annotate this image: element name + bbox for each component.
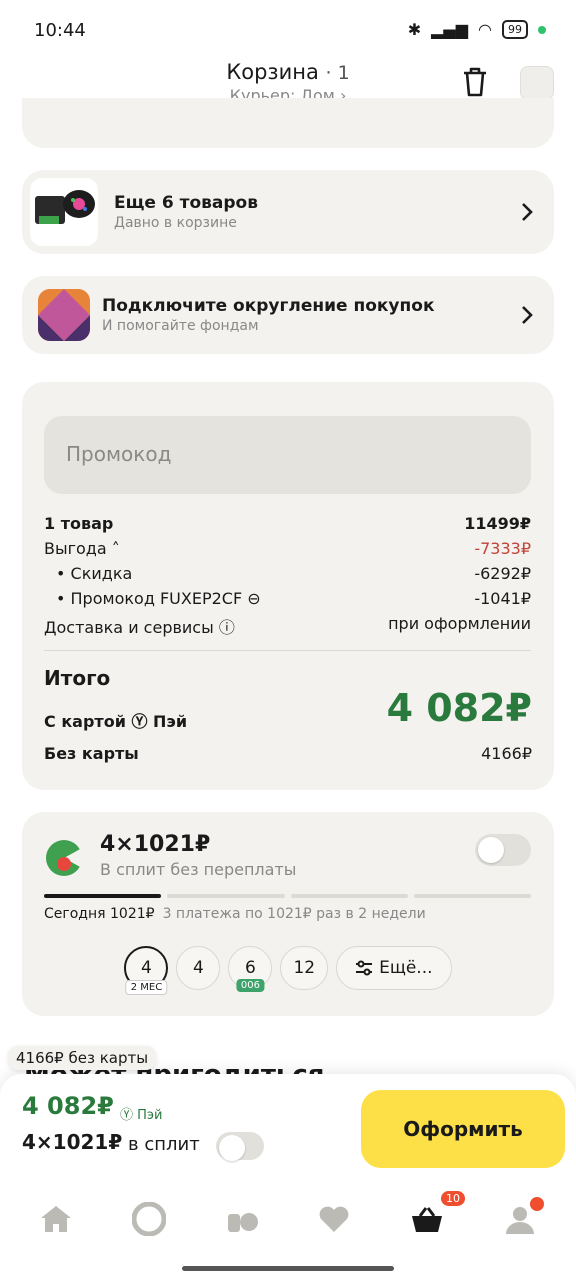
discount-label: • Скидка xyxy=(56,564,133,583)
term-chip-6[interactable]: 6 006 xyxy=(228,946,273,992)
no-card-label: Без карты xyxy=(44,744,139,763)
order-summary-card: Промокод 1 товар 11499₽ Выгода ˄ -7333₽ … xyxy=(22,382,554,790)
chip-tag: 2 МЕС xyxy=(125,980,168,995)
status-time: 10:44 xyxy=(34,20,86,41)
tab-favorites[interactable] xyxy=(312,1197,356,1241)
promo-placeholder: Промокод xyxy=(66,442,172,466)
home-icon xyxy=(41,1206,72,1232)
privacy-dot-icon xyxy=(538,25,546,34)
term-chip-4[interactable]: 4 xyxy=(176,946,221,990)
bottom-total: 4 082₽ xyxy=(22,1092,114,1120)
tab-cart[interactable]: 10 xyxy=(405,1191,465,1241)
tab-bar: 10 xyxy=(0,1184,576,1254)
benefit-label: Выгода ˄ xyxy=(44,539,120,558)
split-card: 4×1021₽ В сплит без переплаты Сегодня 10… xyxy=(22,812,554,1016)
checkout-button[interactable]: Оформить xyxy=(361,1090,565,1168)
checkout-bar: 4 082₽ Ⓨ Пэй 4×1021₽ в сплит Оформить xyxy=(0,1074,576,1184)
delivery-value: при оформлении xyxy=(388,614,531,633)
split-today: Сегодня 1021₽ xyxy=(44,906,155,922)
more-terms-button[interactable]: Ещё... xyxy=(336,946,452,990)
filter-icon xyxy=(356,960,373,976)
term-chip-12[interactable]: 12 xyxy=(280,946,329,990)
more-items-card[interactable]: Еще 6 товаров Давно в корзине xyxy=(22,170,554,254)
bluetooth-icon: ✱ xyxy=(407,20,422,39)
progress-segment xyxy=(290,894,408,898)
split-term-chips: 4 2 МЕС 4 6 006 12 Ещё... xyxy=(22,946,554,995)
promo-label: • Промокод FUXEP2CF ⊖ xyxy=(56,589,261,608)
alice-icon xyxy=(131,1202,166,1236)
discount-value: -6292₽ xyxy=(474,564,531,583)
signal-icon: ▂▄▆ xyxy=(431,20,469,39)
split-toggle[interactable] xyxy=(475,834,531,866)
chip-label: 4 xyxy=(141,958,152,978)
delivery-row[interactable]: Доставка и сервисы ⓘ при оформлении xyxy=(44,614,531,638)
bottom-split-label: в сплит xyxy=(128,1134,200,1155)
more-items-subtitle: Давно в корзине xyxy=(114,215,237,231)
split-subtitle: В сплит без переплаты xyxy=(100,860,297,879)
cart-icon xyxy=(411,1207,442,1232)
rounding-card[interactable]: Подключите округление покупок И помогайт… xyxy=(22,276,554,354)
rounding-title: Подключите округление покупок xyxy=(102,296,435,316)
progress-segment xyxy=(44,894,162,898)
bottom-split-amount: 4×1021₽ xyxy=(22,1130,123,1154)
chip-label: 12 xyxy=(293,958,316,978)
select-all-checkbox[interactable] xyxy=(520,66,554,100)
status-icons: ✱ ▂▄▆ ◠ 99 xyxy=(408,20,546,39)
split-progress xyxy=(44,894,531,898)
progress-segment xyxy=(413,894,531,898)
with-card-label: С картой Ⓨ Пэй xyxy=(44,712,188,731)
total-title: Итого xyxy=(44,666,111,690)
catalog-icon xyxy=(227,1213,258,1232)
no-card-value: 4166₽ xyxy=(481,744,532,763)
term-chip-4-months[interactable]: 4 2 МЕС xyxy=(124,946,169,995)
notification-dot xyxy=(529,1197,544,1211)
items-row: 1 товар 11499₽ xyxy=(44,514,531,533)
chip-label: 6 xyxy=(245,958,256,978)
items-value: 11499₽ xyxy=(464,514,531,533)
chip-tag: 006 xyxy=(236,979,264,992)
more-items-title: Еще 6 товаров xyxy=(114,193,258,213)
promo-code-input[interactable]: Промокод xyxy=(44,416,531,494)
charity-logo xyxy=(38,289,90,341)
cart-count: · 1 xyxy=(325,62,350,84)
tab-profile[interactable] xyxy=(498,1197,544,1241)
cart-content: Еще 6 товаров Давно в корзине Подключите… xyxy=(0,98,576,1090)
delivery-label: Доставка и сервисы ⓘ xyxy=(44,618,235,637)
items-label: 1 товар xyxy=(44,514,114,533)
wifi-icon: ◠ xyxy=(478,20,492,39)
chevron-right-icon xyxy=(522,306,533,324)
bottom-pay-label: Ⓨ Пэй xyxy=(120,1108,163,1123)
tab-alice[interactable] xyxy=(127,1197,171,1241)
cart-badge: 10 xyxy=(440,1191,465,1206)
home-indicator xyxy=(182,1266,394,1271)
rounding-subtitle: И помогайте фондам xyxy=(102,318,259,334)
bottom-split-toggle[interactable] xyxy=(216,1132,264,1161)
trash-icon[interactable] xyxy=(460,66,490,98)
chevron-right-icon xyxy=(522,203,533,221)
chip-label: 4 xyxy=(193,958,204,978)
progress-segment xyxy=(167,894,285,898)
chip-label: Ещё... xyxy=(379,958,433,978)
divider xyxy=(44,650,531,651)
promo-row[interactable]: • Промокод FUXEP2CF ⊖ -1041₽ xyxy=(44,589,531,608)
split-logo-icon xyxy=(46,840,84,876)
total-with-card: 4 082₽ xyxy=(386,686,532,730)
previous-card-fragment xyxy=(22,98,554,148)
tab-catalog[interactable] xyxy=(220,1197,264,1241)
split-title: 4×1021₽ xyxy=(100,832,211,857)
benefit-value: -7333₽ xyxy=(474,539,531,558)
benefit-row[interactable]: Выгода ˄ -7333₽ xyxy=(44,539,531,558)
promo-value: -1041₽ xyxy=(474,589,531,608)
status-bar: 10:44 ✱ ▂▄▆ ◠ 99 xyxy=(0,0,576,60)
split-info: Сегодня 1021₽ 3 платежа по 1021₽ раз в 2 … xyxy=(44,906,426,922)
cart-title: Корзина xyxy=(226,60,319,84)
product-thumbnail xyxy=(30,178,98,246)
favorites-icon xyxy=(319,1206,349,1232)
tab-home[interactable] xyxy=(34,1197,78,1241)
discount-row: • Скидка -6292₽ xyxy=(44,564,531,583)
battery-icon: 99 xyxy=(502,20,528,39)
split-schedule: 3 платежа по 1021₽ раз в 2 недели xyxy=(162,906,426,922)
no-card-price-tip: 4166₽ без карты xyxy=(8,1046,157,1070)
